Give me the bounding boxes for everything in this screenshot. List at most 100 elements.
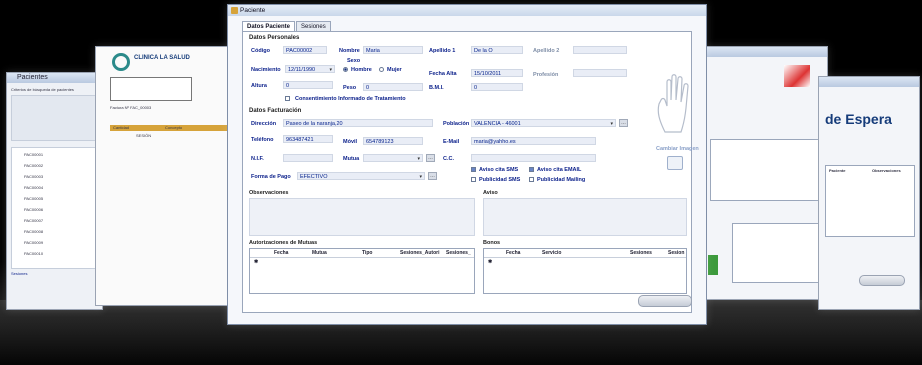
patient-list-row[interactable]: PAC00001 — [24, 152, 43, 157]
col-fecha[interactable]: Fecha — [506, 249, 520, 257]
col-mutua[interactable]: Mutua — [312, 249, 327, 257]
cambiar-imagen-label: Cambiar Imagen — [656, 146, 699, 152]
detail-panel — [732, 223, 822, 283]
forma-pago-lookup-button[interactable]: … — [428, 172, 437, 180]
tab-sesiones[interactable]: Sesiones — [296, 21, 331, 31]
nombre-label: Nombre — [339, 48, 360, 54]
grid-divider — [484, 257, 686, 258]
sessions-grid — [710, 139, 822, 201]
patient-list-row[interactable]: PAC00007 — [24, 218, 43, 223]
codigo-label: Código — [251, 48, 270, 54]
apellido1-label: Apellido 1 — [429, 48, 456, 54]
publicidad-mailing-checkbox[interactable] — [529, 177, 534, 182]
green-status-icon — [708, 255, 718, 275]
forma-pago-select[interactable]: EFECTIVO — [297, 172, 425, 180]
col-tipo[interactable]: Tipo — [362, 249, 372, 257]
nacimiento-date-picker[interactable]: 12/11/1990 — [285, 65, 335, 73]
tab-datos-paciente[interactable]: Datos Paciente — [242, 21, 296, 31]
screenshot-collage: Pacientes Criterios de búsqueda de pacie… — [0, 0, 922, 365]
nacimiento-label: Nacimiento — [251, 67, 281, 73]
bonos-title: Bonos — [483, 240, 501, 246]
patient-list-row[interactable]: PAC00003 — [24, 174, 43, 179]
cc-field[interactable] — [471, 154, 596, 162]
cambiar-imagen-button[interactable] — [667, 156, 683, 170]
publicidad-sms-checkbox[interactable] — [471, 177, 476, 182]
movil-field[interactable]: 654789123 — [363, 137, 423, 145]
col-fecha[interactable]: Fecha — [274, 249, 288, 257]
window-titlebar — [704, 47, 827, 57]
movil-label: Móvil — [343, 139, 358, 145]
bmi-label: B.M.I. — [429, 85, 444, 91]
observaciones-label: Observaciones — [249, 190, 289, 196]
fecha-alta-field[interactable]: 15/10/2011 — [471, 69, 523, 77]
autorizaciones-grid[interactable]: Fecha Mutua Tipo Sesiones_Autori Sesione… — [249, 248, 475, 294]
poblacion-lookup-button[interactable]: … — [619, 119, 628, 127]
sexo-hombre-radio[interactable] — [343, 67, 348, 72]
grid-divider — [250, 257, 474, 258]
sessions-tab[interactable]: Sesiones — [11, 271, 27, 276]
patient-window: Paciente Datos Paciente Sesiones Datos P… — [227, 4, 707, 325]
mutua-select[interactable] — [363, 154, 423, 162]
aviso-textarea[interactable] — [483, 198, 687, 236]
search-options[interactable] — [11, 95, 99, 141]
peso-label: Peso — [343, 85, 357, 91]
aviso-sms-checkbox[interactable] — [471, 167, 476, 172]
hand-photo-icon — [657, 74, 689, 133]
clinic-name: CLINICA LA SALUD — [134, 55, 190, 61]
personal-section-title: Datos Personales — [249, 35, 300, 41]
codigo-field[interactable]: PAC00002 — [283, 46, 327, 54]
col-sesiones-autori[interactable]: Sesiones_Autori — [400, 249, 439, 257]
publicidad-mailing-label: Publicidad Mailing — [537, 177, 586, 183]
patient-list-row[interactable]: PAC00008 — [24, 229, 43, 234]
publicidad-sms-label: Publicidad SMS — [479, 177, 521, 183]
patient-list-row[interactable]: PAC00005 — [24, 196, 43, 201]
mutua-label: Mutua — [343, 156, 360, 162]
peso-field[interactable]: 0 — [363, 83, 423, 91]
invoice-row: SESIÓN — [136, 133, 152, 138]
direccion-field[interactable]: Paseo de la naranja,20 — [283, 119, 433, 127]
patient-list-row[interactable]: PAC00006 — [24, 207, 43, 212]
cc-label: C.C. — [443, 156, 454, 162]
apellido1-field[interactable]: De la O — [471, 46, 523, 54]
patient-data-panel: Datos Personales Código PAC00002 Nombre … — [242, 31, 699, 313]
new-row-marker: ✱ — [254, 259, 259, 265]
observaciones-textarea[interactable] — [249, 198, 475, 236]
patient-grid: PAC00001 PAC00002 PAC00003 PAC00004 PAC00005… — [11, 147, 99, 269]
bonos-grid[interactable]: Fecha Servicio Sesiones Sesion ✱ — [483, 248, 687, 294]
clinic-address-box — [110, 77, 192, 101]
profesion-field[interactable] — [573, 69, 627, 77]
sexo-mujer-radio[interactable] — [379, 67, 384, 72]
mutua-lookup-button[interactable]: … — [426, 154, 435, 162]
poblacion-select[interactable]: VALENCIA - 46001 — [471, 119, 616, 127]
telefono-field[interactable]: 963487421 — [283, 135, 333, 143]
patient-list-row[interactable]: PAC00004 — [24, 185, 43, 190]
photo-thumbnail — [784, 65, 810, 87]
new-row-marker: ✱ — [488, 259, 493, 265]
consentimiento-checkbox[interactable] — [285, 96, 290, 101]
altura-field[interactable]: 0 — [283, 81, 333, 89]
col-sesion[interactable]: Sesion — [668, 249, 684, 257]
save-button[interactable] — [638, 295, 692, 307]
aviso-email-checkbox[interactable] — [529, 167, 534, 172]
patient-list-row[interactable]: PAC00002 — [24, 163, 43, 168]
sessions-window — [703, 46, 828, 300]
email-field[interactable]: maria@yahho.es — [471, 137, 596, 145]
patient-list-row[interactable]: PAC00010 — [24, 251, 43, 256]
col-sesiones[interactable]: Sesiones_ — [446, 249, 471, 257]
col-sesiones[interactable]: Sesiones — [630, 249, 652, 257]
aviso-email-label: Aviso cita EMAIL — [537, 167, 582, 173]
fecha-alta-label: Fecha Alta — [429, 71, 457, 77]
nif-field[interactable] — [283, 154, 333, 162]
bmi-field[interactable]: 0 — [471, 83, 523, 91]
apellido2-field[interactable] — [573, 46, 627, 54]
profesion-label: Profesión — [533, 72, 559, 78]
tab-bar: Datos Paciente Sesiones — [242, 21, 332, 31]
nombre-field[interactable]: Maria — [363, 46, 423, 54]
waiting-action-button[interactable] — [859, 275, 905, 286]
col-servicio[interactable]: Servicio — [542, 249, 561, 257]
telefono-label: Teléfono — [251, 137, 274, 143]
invoice-window: CLINICA LA SALUD Factura Nº FAC_00003 Ca… — [95, 46, 233, 306]
billing-section-title: Datos Facturación — [249, 108, 302, 114]
forma-pago-label: Forma de Pago — [251, 174, 291, 180]
patient-list-row[interactable]: PAC00009 — [24, 240, 43, 245]
